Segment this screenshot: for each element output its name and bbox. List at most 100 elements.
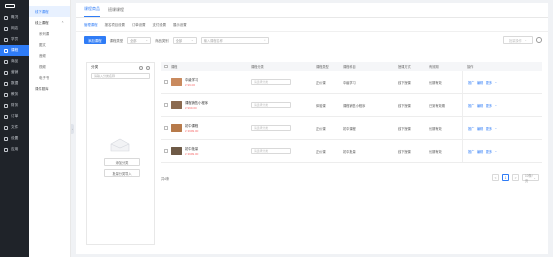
- subnav-item-4[interactable]: 音频: [29, 50, 70, 61]
- edit-link[interactable]: 编辑: [477, 80, 483, 85]
- refresh-icon[interactable]: [139, 65, 143, 70]
- add-category-button[interactable]: 添加分类: [104, 158, 140, 166]
- course-name[interactable]: 初中批量: [185, 146, 198, 151]
- chart-icon: [4, 81, 8, 86]
- total-count: 共4条: [161, 177, 170, 181]
- course-name[interactable]: 初中课程: [185, 123, 198, 128]
- category-select[interactable]: 请选择分类: [251, 102, 291, 108]
- header-type: 课程类型: [316, 65, 329, 69]
- store-icon: [4, 26, 8, 31]
- course-type-select[interactable]: 全部 ⌄: [127, 36, 152, 44]
- page-size-select[interactable]: 10条/页 ⌄: [522, 173, 539, 183]
- gear-icon: [4, 136, 8, 141]
- sidebar-item-6[interactable]: 数据: [0, 78, 29, 89]
- row-checkbox[interactable]: [164, 126, 168, 130]
- category-select[interactable]: 请选择分类: [251, 125, 291, 131]
- edit-link[interactable]: 编辑: [477, 103, 483, 108]
- category-select[interactable]: 请选择分类: [251, 148, 291, 154]
- sidebar-item-label: 数据: [11, 81, 19, 85]
- page-number[interactable]: 1: [502, 174, 509, 181]
- sidebar-item-0[interactable]: 概况: [0, 12, 29, 23]
- sidebar: 概况 网店 学员 课程 商品 营销数据教务 财务 订单 文件设置应用: [0, 0, 29, 257]
- sidebar-item-1[interactable]: 网店: [0, 23, 29, 34]
- more-link[interactable]: 更多: [486, 80, 492, 85]
- search-icon[interactable]: ⌕: [264, 38, 266, 42]
- more-link[interactable]: 更多: [486, 149, 492, 154]
- chevron-down-icon: ⌄: [191, 38, 194, 42]
- row-checkbox[interactable]: [164, 80, 168, 84]
- more-link[interactable]: 更多: [486, 103, 492, 108]
- header-actions: 操作: [467, 65, 474, 69]
- add-icon[interactable]: [146, 65, 150, 70]
- category-header: 分类: [87, 63, 154, 72]
- more-link[interactable]: 更多: [486, 126, 492, 131]
- course-info: 课程销售小程序 ¥ 999.00: [185, 100, 208, 110]
- add-course-button[interactable]: 添加课程: [84, 36, 106, 44]
- category-select[interactable]: 请选择分类: [251, 79, 291, 85]
- page-size-value: 10条/页: [525, 173, 533, 183]
- next-page-button[interactable]: >: [512, 174, 519, 181]
- course-type: 正价课: [316, 80, 326, 85]
- subtab-manage[interactable]: 管理课程: [84, 22, 98, 27]
- sidebar-item-9[interactable]: 订单: [0, 111, 29, 122]
- sidebar-item-11[interactable]: 设置: [0, 133, 29, 144]
- sidebar-item-label: 设置: [11, 136, 19, 140]
- subnav-item-1[interactable]: 线上课程 ⌃: [29, 17, 70, 28]
- status-select[interactable]: 全部 ⌄: [172, 36, 197, 44]
- prev-page-button[interactable]: <: [492, 174, 499, 181]
- course-type-value: 全部: [130, 38, 137, 43]
- gear-icon[interactable]: [536, 37, 542, 43]
- subtab-order[interactable]: 订单设置: [132, 22, 146, 27]
- course-name[interactable]: 中级学习: [185, 77, 198, 82]
- sidebar-item-10[interactable]: 文件: [0, 122, 29, 133]
- import-category-button[interactable]: 批量分类导入: [104, 169, 140, 177]
- batch-action-button[interactable]: 批量操作 ⌄: [503, 36, 533, 44]
- logo: [0, 0, 29, 12]
- subnav-item-3[interactable]: 图文: [29, 39, 70, 50]
- promote-link[interactable]: 推广: [468, 149, 474, 154]
- subnav-item-0[interactable]: 线下课程: [29, 6, 70, 17]
- course-name[interactable]: 课程销售小程序: [185, 100, 208, 105]
- table-row: 课程销售小程序 ¥ 999.00 请选择分类 体验课 课程销售小程序 线下授课 已…: [161, 94, 542, 117]
- sidebar-item-5[interactable]: 营销: [0, 67, 29, 78]
- search-input[interactable]: 输入课程名称 ⌕: [200, 36, 269, 44]
- apps-icon: [4, 147, 8, 152]
- chevron-down-icon: ⌄: [524, 38, 527, 42]
- subnav-item-5[interactable]: 视频: [29, 61, 70, 72]
- course-subject: 课程销售小程序: [343, 103, 366, 108]
- subnav-item-6[interactable]: 电子书: [29, 72, 70, 83]
- subnav-item-2[interactable]: 系列课: [29, 28, 70, 39]
- tab-class-course[interactable]: 班课课程: [108, 7, 124, 17]
- category-search-input[interactable]: 请输入分类名称: [91, 73, 150, 79]
- edit-link[interactable]: 编辑: [477, 149, 483, 154]
- subtab-display[interactable]: 展示设置: [173, 22, 187, 27]
- top-tabs: 课程商品 班课课程: [76, 3, 548, 18]
- sidebar-item-8[interactable]: 财务: [0, 100, 29, 111]
- subtab-signup[interactable]: 报名项目设置: [105, 22, 125, 27]
- header-subject: 课程科目: [343, 65, 356, 69]
- tab-course-goods[interactable]: 课程商品: [84, 6, 100, 17]
- row-checkbox[interactable]: [164, 149, 168, 153]
- subnav-item-label: 线下课程: [35, 10, 49, 14]
- subnav-item-7[interactable]: 课件题库: [29, 83, 70, 94]
- course-validity: 已到有效期: [429, 103, 445, 108]
- promote-link[interactable]: 推广: [468, 103, 474, 108]
- sidebar-item-4[interactable]: 商品: [0, 56, 29, 67]
- row-checkbox[interactable]: [164, 103, 168, 107]
- subnav-item-label: 系列课: [39, 32, 50, 36]
- search-placeholder: 输入课程名称: [203, 38, 223, 43]
- select-all-checkbox[interactable]: [164, 64, 168, 69]
- folder-icon: [4, 125, 8, 130]
- sidebar-item-3[interactable]: 课程: [0, 45, 29, 56]
- promote-link[interactable]: 推广: [468, 126, 474, 131]
- sidebar-item-12[interactable]: 应用: [0, 144, 29, 155]
- edit-link[interactable]: 编辑: [477, 126, 483, 131]
- course-price: ¥ 999.00: [185, 106, 197, 110]
- promote-link[interactable]: 推广: [468, 80, 474, 85]
- sidebar-item-2[interactable]: 学员: [0, 34, 29, 45]
- chevron-up-icon: ⌃: [61, 20, 64, 25]
- subtab-payment[interactable]: 支付设置: [152, 22, 166, 27]
- sidebar-item-7[interactable]: 教务: [0, 89, 29, 100]
- collapse-handle[interactable]: ‹: [71, 124, 74, 134]
- bag-icon: [4, 59, 8, 64]
